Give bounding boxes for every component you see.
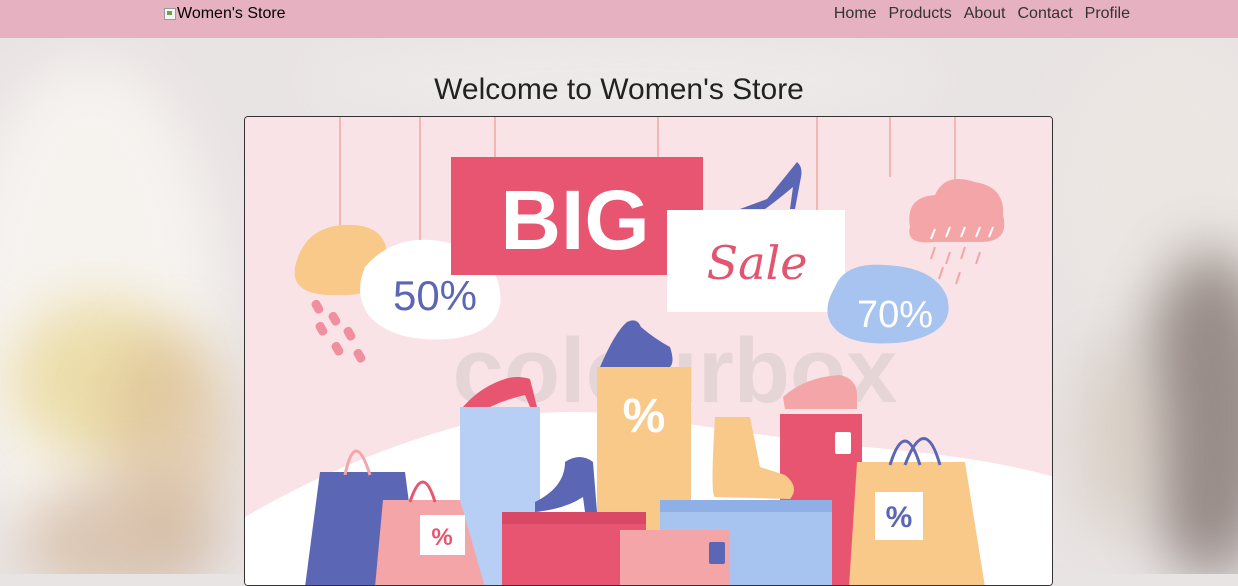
percent-mark-bag-right: % [886,501,913,534]
nav-links: Home Products About Contact Profile [834,5,1130,23]
banner-headline: BIG [500,173,649,267]
broken-logo-icon [164,8,176,20]
nav-link-contact[interactable]: Contact [1018,5,1073,23]
percent-mark-bag-left: % [431,524,452,551]
nav-link-about[interactable]: About [964,5,1006,23]
badge-50-text: 50% [393,272,477,319]
nav-link-products[interactable]: Products [889,5,952,23]
page-title: Welcome to Women's Store [434,73,804,106]
banner-tagline: Sale [707,236,808,290]
nav-link-home[interactable]: Home [834,5,877,23]
brand-name: Women's Store [177,5,286,22]
percent-mark-box: % [623,390,666,443]
sale-banner-image: 50% BIG Sale 70% % % % [244,116,1053,586]
brand-link[interactable]: Women's Store [164,5,286,23]
navbar: Women's Store Home Products About Contac… [0,0,1238,38]
nav-link-profile[interactable]: Profile [1085,5,1130,23]
